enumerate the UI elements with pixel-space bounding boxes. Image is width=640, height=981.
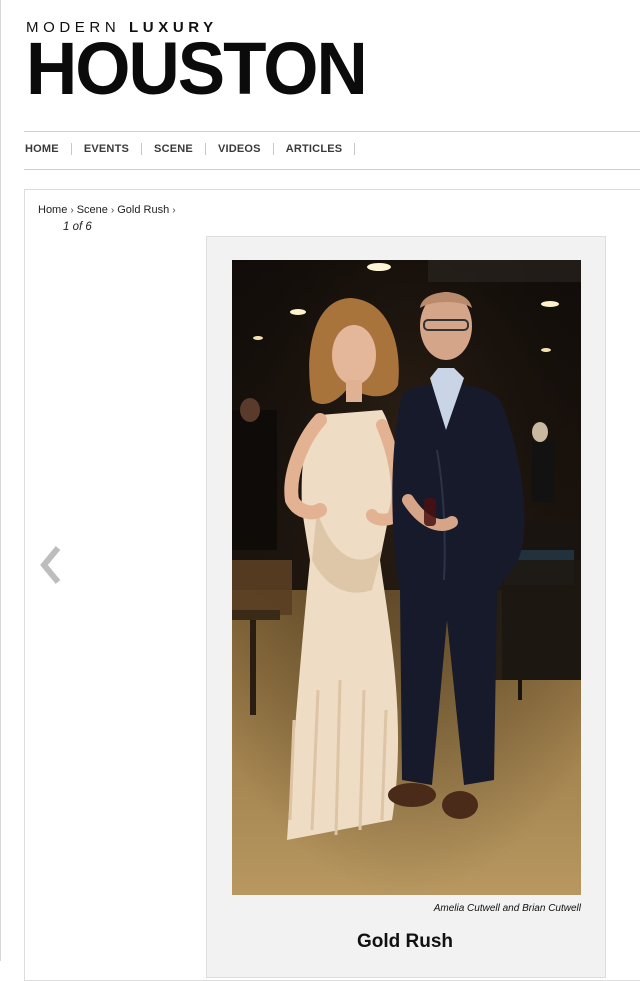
breadcrumb-gold-rush[interactable]: Gold Rush xyxy=(117,204,169,216)
nav-top-divider xyxy=(24,131,640,132)
breadcrumb-separator: › xyxy=(172,204,176,216)
nav-scene[interactable]: SCENE xyxy=(154,143,193,155)
site-logo[interactable]: MODERN LUXURY HOUSTON xyxy=(26,20,368,111)
nav-articles[interactable]: ARTICLES xyxy=(286,143,343,155)
nav-home[interactable]: HOME xyxy=(25,143,59,155)
gallery-title: Gold Rush xyxy=(356,931,454,952)
breadcrumb-scene[interactable]: Scene xyxy=(77,204,108,216)
breadcrumb-separator: › xyxy=(110,204,115,216)
nav-separator xyxy=(70,143,72,155)
chevron-left-icon xyxy=(40,546,61,584)
nav-bottom-divider xyxy=(24,169,640,170)
nav-videos[interactable]: VIDEOS xyxy=(218,143,261,155)
gallery-photo[interactable] xyxy=(232,260,581,895)
nav-separator xyxy=(141,143,143,155)
previous-slide-button[interactable] xyxy=(36,544,66,586)
nav-events[interactable]: EVENTS xyxy=(84,143,129,155)
main-nav: HOME EVENTS SCENE VIDEOS ARTICLES xyxy=(25,143,367,155)
slide-counter: 1 of 6 xyxy=(63,221,92,233)
nav-separator xyxy=(204,143,206,155)
breadcrumb-separator: › xyxy=(70,204,74,216)
nav-separator xyxy=(354,143,356,155)
breadcrumb: Home › Scene › Gold Rush › xyxy=(38,204,179,216)
logo-city: HOUSTON xyxy=(26,27,368,111)
page-left-border xyxy=(0,0,1,961)
nav-separator xyxy=(272,143,274,155)
event-photo-illustration xyxy=(232,260,581,895)
breadcrumb-home[interactable]: Home xyxy=(38,204,67,216)
photo-caption: Amelia Cutwell and Brian Cutwell xyxy=(433,903,581,914)
